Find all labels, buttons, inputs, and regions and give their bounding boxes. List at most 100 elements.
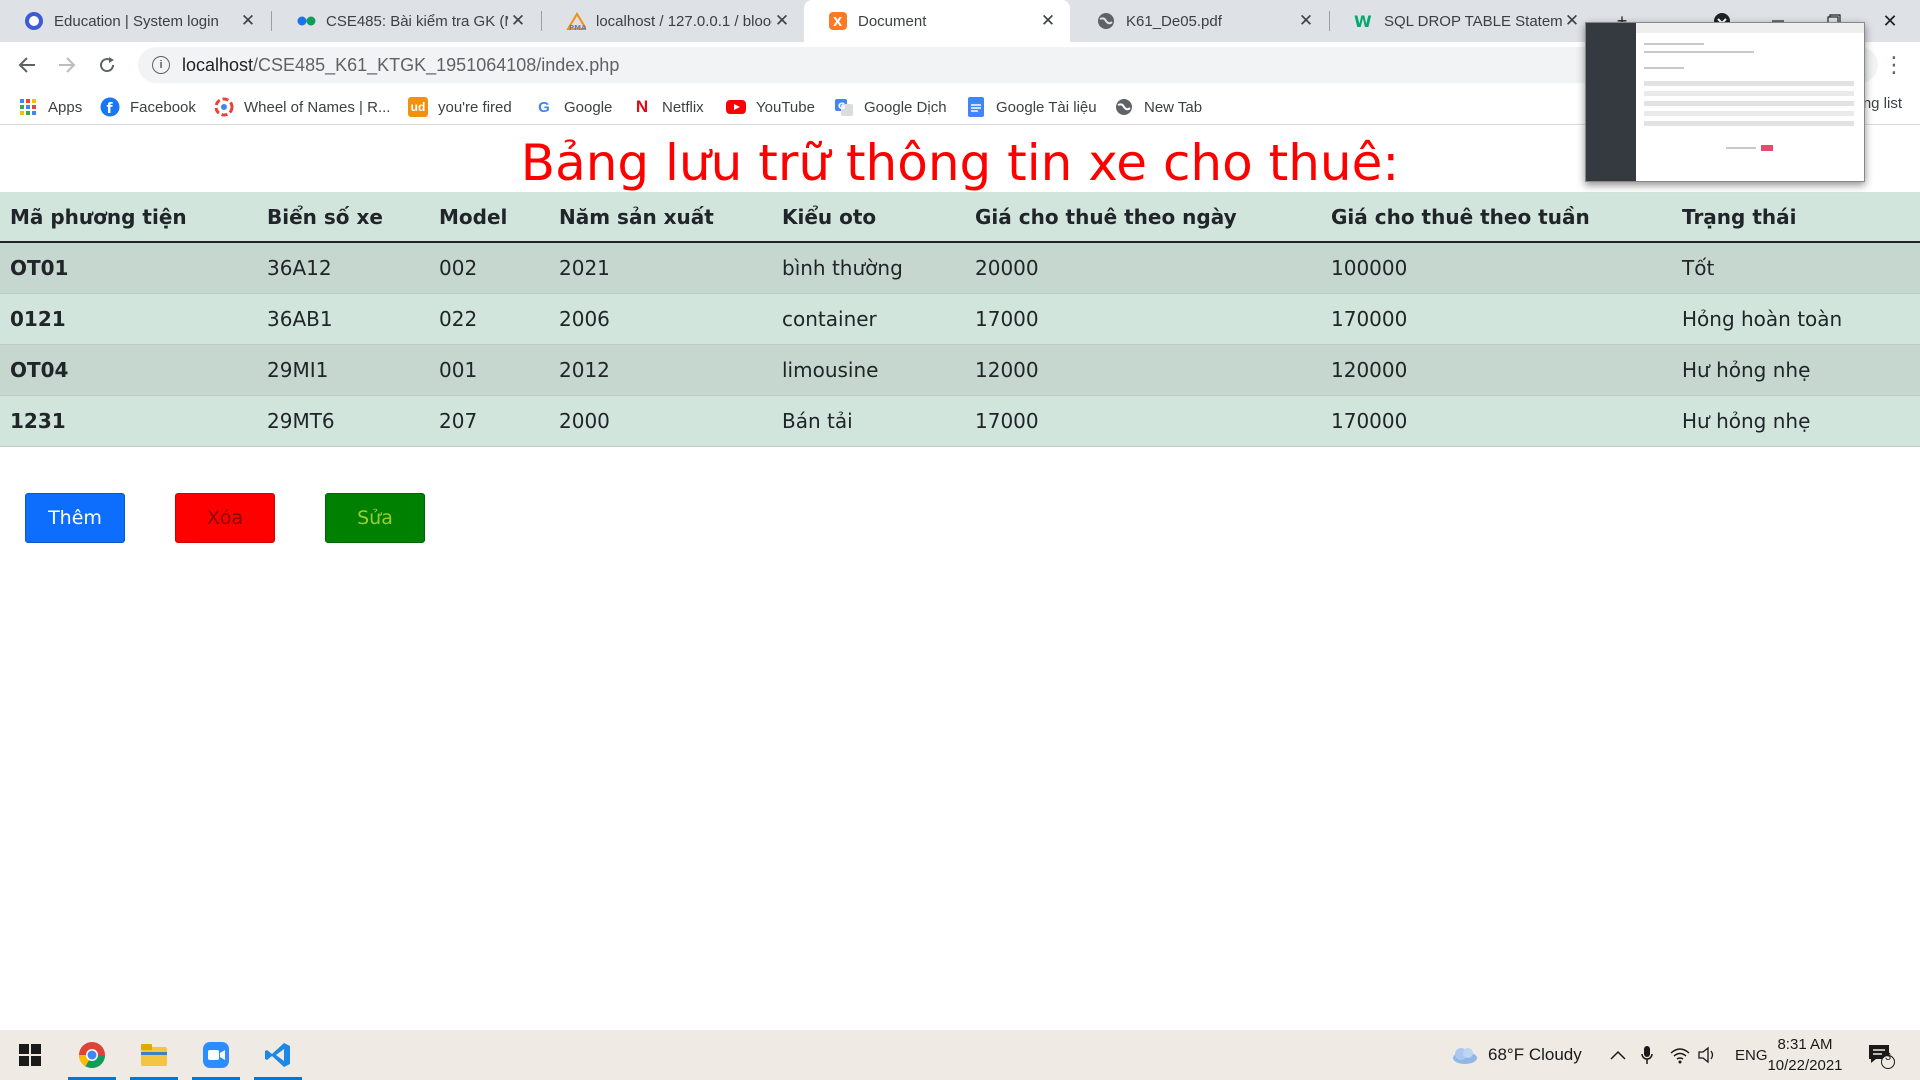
notification-count: 3 bbox=[1885, 1051, 1892, 1063]
bookmark-new-tab[interactable]: New Tab bbox=[1114, 95, 1202, 119]
windows-start-icon[interactable] bbox=[4, 1035, 56, 1075]
tab-sql-drop-table[interactable]: W SQL DROP TABLE Statement ✕ bbox=[1330, 0, 1594, 42]
bookmark-google-tai-lieu[interactable]: Google Tài liệu bbox=[966, 95, 1097, 119]
close-tab-icon[interactable]: ✕ bbox=[772, 11, 792, 31]
reading-list-label[interactable]: ng list bbox=[1863, 95, 1902, 112]
delete-button[interactable]: Xóa bbox=[175, 493, 275, 543]
bookmark-label: New Tab bbox=[1144, 98, 1203, 116]
w3schools-icon: W bbox=[1354, 11, 1374, 31]
bookmark-google[interactable]: G Google bbox=[534, 95, 612, 119]
bookmark-label: Facebook bbox=[130, 98, 196, 116]
tab-phpmyadmin[interactable]: PMA localhost / 127.0.0.1 / blood ✕ bbox=[542, 0, 804, 42]
bookmark-label: Apps bbox=[48, 98, 83, 116]
bookmark-youtube[interactable]: YouTube bbox=[726, 95, 815, 119]
thumbnail-line bbox=[1644, 81, 1854, 86]
bookmark-wheel-of-names[interactable]: Wheel of Names | R... bbox=[214, 95, 390, 119]
chrome-icon[interactable] bbox=[66, 1035, 118, 1080]
close-tab-icon[interactable]: ✕ bbox=[238, 11, 258, 31]
thumbnail-line bbox=[1644, 51, 1754, 53]
column-header: Kiểu oto bbox=[772, 192, 965, 243]
microphone-icon[interactable] bbox=[1640, 1030, 1654, 1080]
site-info-icon[interactable]: i bbox=[152, 56, 170, 74]
ud-icon: ud bbox=[408, 97, 428, 117]
edu-icon bbox=[24, 11, 44, 31]
tab-document[interactable]: X Document ✕ bbox=[804, 0, 1070, 42]
reload-icon[interactable] bbox=[92, 50, 122, 80]
notification-center-icon[interactable]: 3 bbox=[1866, 1030, 1896, 1080]
thumbnail-line bbox=[1644, 91, 1854, 96]
facebook-icon: f bbox=[100, 97, 120, 117]
table-row: 1231 29MT6 207 2000 Bán tải 17000 170000… bbox=[0, 395, 1920, 447]
tab-education-login[interactable]: Education | System login ✕ bbox=[0, 0, 270, 42]
system-clock[interactable]: 8:31 AM 10/22/2021 bbox=[1760, 1034, 1850, 1076]
back-arrow-icon[interactable] bbox=[12, 50, 42, 80]
tab-title: SQL DROP TABLE Statement bbox=[1384, 12, 1562, 30]
tab-cse485-exam[interactable]: CSE485: Bài kiểm tra GK (Mã ✕ bbox=[272, 0, 540, 42]
tab-title: localhost / 127.0.0.1 / blood bbox=[596, 12, 772, 30]
daily-price-cell: 17000 bbox=[965, 293, 1321, 345]
weekly-price-cell: 100000 bbox=[1321, 242, 1672, 294]
show-hidden-icons-chevron-icon[interactable] bbox=[1610, 1030, 1626, 1080]
bookmark-label: Google Dịch bbox=[864, 98, 947, 116]
weekly-price-cell: 120000 bbox=[1321, 344, 1672, 396]
daily-price-cell: 12000 bbox=[965, 344, 1321, 396]
menu-kebab-icon[interactable]: ⋮ bbox=[1882, 50, 1906, 80]
table-row: OT01 36A12 002 2021 bình thường 20000 10… bbox=[0, 242, 1920, 294]
add-button[interactable]: Thêm bbox=[25, 493, 125, 543]
thumbnail-line bbox=[1644, 111, 1854, 116]
bookmark-youre-fired[interactable]: ud you're fired bbox=[408, 95, 512, 119]
bookmark-netflix[interactable]: N Netflix bbox=[632, 95, 704, 119]
vehicle-id-cell: 1231 bbox=[0, 395, 257, 447]
weather-widget[interactable]: 68°F Cloudy bbox=[1450, 1030, 1582, 1080]
clock-time: 8:31 AM bbox=[1777, 1036, 1833, 1053]
bookmark-google-dich[interactable]: G Google Dịch bbox=[834, 95, 947, 119]
column-header: Trạng thái bbox=[1672, 192, 1920, 243]
status-cell: Hư hỏng nhẹ bbox=[1672, 395, 1920, 447]
forward-arrow-icon[interactable] bbox=[52, 50, 82, 80]
cloud-icon bbox=[1453, 1048, 1477, 1064]
close-tab-icon[interactable]: ✕ bbox=[508, 11, 528, 31]
vscode-icon[interactable] bbox=[252, 1035, 304, 1080]
vehicle-id-cell: OT04 bbox=[0, 344, 257, 396]
thumbnail-button bbox=[1761, 145, 1773, 151]
wifi-icon[interactable] bbox=[1670, 1030, 1690, 1080]
url-text: localhost/CSE485_K61_KTGK_1951064108/ind… bbox=[182, 55, 619, 76]
bookmark-apps[interactable]: Apps bbox=[18, 95, 82, 119]
bookmark-facebook[interactable]: f Facebook bbox=[100, 95, 196, 119]
tab-title: CSE485: Bài kiểm tra GK (Mã bbox=[326, 12, 508, 30]
file-explorer-icon[interactable] bbox=[128, 1035, 180, 1080]
car-type-cell: container bbox=[772, 293, 965, 345]
status-cell: Hư hỏng nhẹ bbox=[1672, 344, 1920, 396]
window-thumbnail-preview[interactable] bbox=[1585, 22, 1865, 182]
tab-title: K61_De05.pdf bbox=[1126, 12, 1222, 30]
close-tab-icon[interactable]: ✕ bbox=[1562, 11, 1582, 31]
bookmark-label: Google bbox=[564, 98, 613, 116]
bookmark-label: Netflix bbox=[662, 98, 704, 116]
status-cell: Tốt bbox=[1672, 242, 1920, 294]
weekly-price-cell: 170000 bbox=[1321, 293, 1672, 345]
column-header: Giá cho thuê theo tuần bbox=[1321, 192, 1672, 243]
docs-icon bbox=[966, 97, 986, 117]
thumbnail-line bbox=[1644, 43, 1704, 45]
tab-k61-pdf[interactable]: K61_De05.pdf ✕ bbox=[1072, 0, 1328, 42]
close-tab-icon[interactable]: ✕ bbox=[1296, 11, 1316, 31]
globe-icon bbox=[1114, 97, 1134, 117]
car-type-cell: Bán tải bbox=[772, 395, 965, 447]
volume-icon[interactable] bbox=[1698, 1030, 1718, 1080]
page-content: Bảng lưu trữ thông tin xe cho thuê: Mã p… bbox=[0, 126, 1920, 1030]
car-type-cell: limousine bbox=[772, 344, 965, 396]
tab-title: Document bbox=[858, 12, 927, 30]
thumbnail-line bbox=[1644, 101, 1854, 106]
year-cell: 2000 bbox=[549, 395, 772, 447]
year-cell: 2012 bbox=[549, 344, 772, 396]
column-header: Biển số xe bbox=[257, 192, 429, 243]
zoom-icon[interactable] bbox=[190, 1035, 242, 1080]
vehicle-table: Mã phương tiện Biển số xe Model Năm sản … bbox=[0, 192, 1920, 447]
close-tab-icon[interactable]: ✕ bbox=[1038, 11, 1058, 31]
svg-text:G: G bbox=[838, 102, 845, 112]
column-header: Mã phương tiện bbox=[0, 192, 257, 243]
close-window-icon[interactable]: ✕ bbox=[1864, 0, 1916, 42]
url-path: /CSE485_K61_KTGK_1951064108/index.php bbox=[253, 54, 620, 75]
edit-button[interactable]: Sửa bbox=[325, 493, 425, 543]
daily-price-cell: 20000 bbox=[965, 242, 1321, 294]
